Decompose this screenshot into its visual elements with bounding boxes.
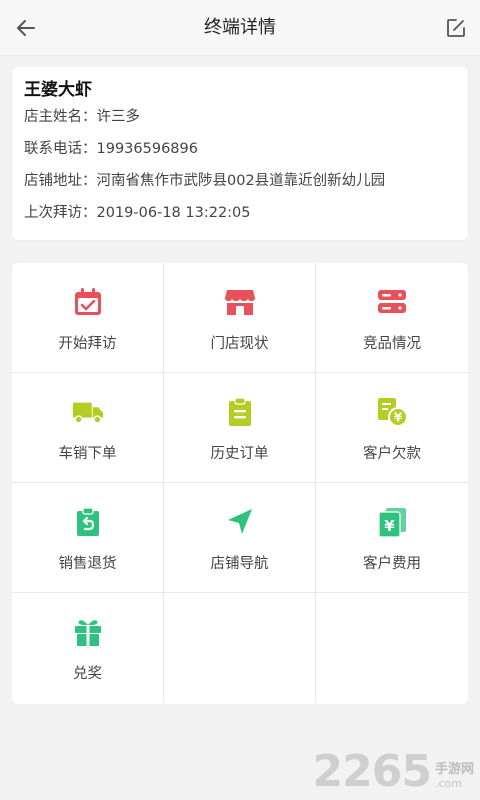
menu-label: 车销下单 (58, 446, 117, 462)
empty-cell (164, 593, 316, 703)
edit-button[interactable] (442, 14, 470, 42)
menu-label: 店铺导航 (210, 556, 269, 572)
owner-value: 许三多 (96, 109, 141, 125)
function-grid: 开始拜访 门店现状 竞品情况 车销下单 历史订单 ¥ 客户欠款 销售退货 店铺导… (12, 263, 468, 704)
watermark-logo: 2265 手游网 .com (313, 750, 474, 794)
phone-row: 联系电话：19936596896 (24, 133, 456, 165)
menu-label: 竞品情况 (363, 336, 421, 352)
owner-row: 店主姓名：许三多 (24, 101, 456, 133)
owner-label: 店主姓名： (24, 109, 97, 125)
menu-label: 历史订单 (210, 446, 269, 462)
yen-cards-icon: ¥ (378, 508, 406, 538)
menu-label: 客户费用 (363, 556, 421, 572)
menu-customer-debt[interactable]: ¥ 客户欠款 (316, 373, 468, 483)
clipboard-icon (228, 397, 251, 426)
menu-label: 门店现状 (210, 336, 269, 352)
menu-label: 兑奖 (73, 666, 102, 682)
navigation-arrow-icon (227, 509, 252, 534)
menu-redeem-prize[interactable]: 兑奖 (12, 593, 164, 703)
menu-customer-expense[interactable]: ¥ 客户费用 (316, 483, 468, 593)
store-name: 王婆大虾 (24, 80, 92, 100)
phone-value: 19936596896 (96, 141, 198, 157)
menu-store-status[interactable]: 门店现状 (164, 263, 316, 373)
last-visit-row: 上次拜访：2019-06-18 13:22:05 (24, 197, 456, 229)
page-title: 终端详情 (204, 17, 276, 38)
menu-history-orders[interactable]: 历史订单 (164, 373, 316, 483)
address-row: 店铺地址：河南省焦作市武陟县002县道靠近创新幼儿园 (24, 165, 456, 197)
address-label: 店铺地址： (24, 173, 97, 189)
header-bar: 终端详情 (0, 0, 480, 56)
truck-icon (72, 402, 103, 424)
watermark-cn: 手游网 (434, 762, 474, 777)
menu-label: 销售退货 (58, 556, 117, 572)
last-visit-value: 2019-06-18 13:22:05 (96, 205, 251, 221)
menu-competitor[interactable]: 竞品情况 (316, 263, 468, 373)
storefront-icon (224, 290, 255, 315)
gift-icon (74, 620, 101, 646)
phone-label: 联系电话： (24, 141, 97, 157)
empty-cell (316, 593, 468, 703)
last-visit-label: 上次拜访： (24, 205, 97, 221)
calendar-check-icon (74, 288, 101, 315)
server-stack-icon (378, 290, 406, 313)
edit-square-icon (447, 19, 465, 37)
menu-label: 开始拜访 (58, 336, 117, 352)
svg-text:¥: ¥ (384, 517, 395, 535)
address-value: 河南省焦作市武陟县002县道靠近创新幼儿园 (96, 173, 386, 189)
return-clipboard-icon (76, 507, 99, 536)
store-info-card: 王婆大虾 店主姓名：许三多 联系电话：19936596896 店铺地址：河南省焦… (12, 67, 468, 240)
menu-start-visit[interactable]: 开始拜访 (12, 263, 164, 373)
watermark-domain: .com (434, 777, 462, 790)
menu-sales-return[interactable]: 销售退货 (12, 483, 164, 593)
menu-vehicle-order[interactable]: 车销下单 (12, 373, 164, 483)
menu-label: 客户欠款 (363, 446, 421, 462)
bill-yen-icon: ¥ (378, 398, 408, 427)
svg-text:¥: ¥ (394, 411, 403, 425)
watermark-number: 2265 (312, 746, 432, 797)
menu-store-navigation[interactable]: 店铺导航 (164, 483, 316, 593)
